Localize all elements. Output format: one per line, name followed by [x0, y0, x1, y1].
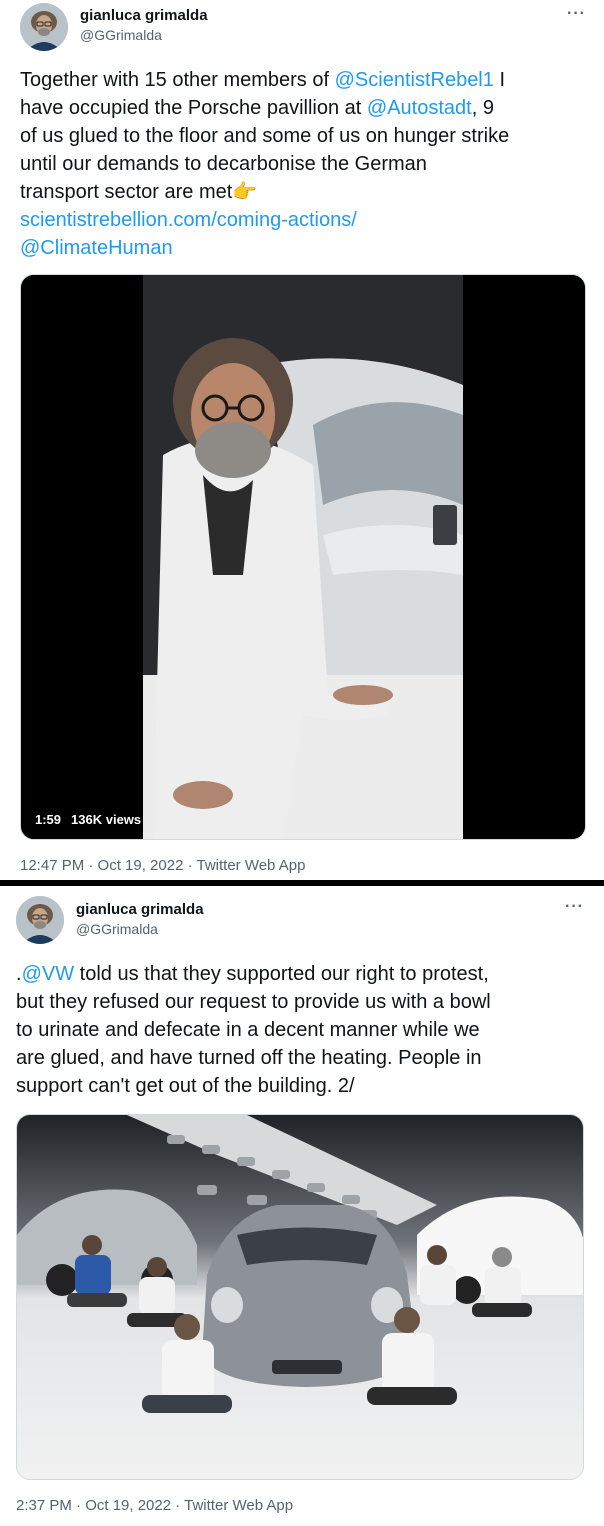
text-line: have occupied the Porsche pavillion at @…: [20, 94, 509, 122]
text-segment: Together with 15 other members of: [20, 69, 335, 91]
text-line: transport sector are met👉: [20, 181, 258, 203]
text-segment: I: [493, 69, 506, 91]
text-segment: have occupied the Porsche pavillion at: [20, 97, 367, 119]
tweet-photo[interactable]: [16, 1114, 584, 1480]
tweet-text: Together with 15 other members of @Scien…: [20, 66, 509, 262]
mention-link[interactable]: @ClimateHuman: [20, 234, 509, 262]
text-line: until our demands to decarbonise the Ger…: [20, 153, 427, 175]
video-frame: [21, 275, 585, 839]
tweet-timestamp[interactable]: 2:37 PM · Oct 19, 2022 · Twitter Web App: [16, 1497, 293, 1514]
photo-image: [17, 1115, 583, 1479]
text-line: but they refused our request to provide …: [16, 991, 491, 1013]
mention-link[interactable]: @VW: [22, 963, 75, 985]
text-segment: told us that they supported our right to…: [74, 963, 489, 985]
tweet-timestamp[interactable]: 12:47 PM · Oct 19, 2022 · Twitter Web Ap…: [20, 857, 305, 874]
avatar[interactable]: [16, 896, 64, 944]
text-line: of us glued to the floor and some of us …: [20, 125, 510, 147]
tweet-1[interactable]: gianluca grimalda @GGrimalda ··· Togethe…: [0, 0, 604, 880]
mention-link[interactable]: @Autostadt: [367, 97, 472, 119]
video-views: 136K views: [71, 812, 142, 827]
text-line: are glued, and have turned off the heati…: [16, 1047, 482, 1069]
text-line: to urinate and defecate in a decent mann…: [16, 1019, 480, 1041]
avatar[interactable]: [20, 3, 68, 51]
text-line: .@VW told us that they supported our rig…: [16, 960, 491, 988]
text-segment: , 9: [471, 97, 494, 119]
author-handle[interactable]: @GGrimalda: [76, 921, 158, 937]
tweet-2[interactable]: gianluca grimalda @GGrimalda ··· .@VW to…: [0, 886, 604, 1526]
text-line: Together with 15 other members of @Scien…: [20, 66, 509, 94]
author-name[interactable]: gianluca grimalda: [80, 7, 208, 24]
more-options-icon[interactable]: ···: [565, 898, 584, 916]
tweet-text: .@VW told us that they supported our rig…: [16, 960, 491, 1100]
video-info: 1:59 136K views: [35, 812, 141, 827]
video-player[interactable]: 1:59 136K views: [20, 274, 586, 840]
author-name[interactable]: gianluca grimalda: [76, 901, 204, 918]
video-duration: 1:59: [35, 812, 62, 827]
mention-link[interactable]: @ScientistRebel1: [335, 69, 494, 91]
text-line: support can't get out of the building. 2…: [16, 1075, 355, 1097]
url-link[interactable]: scientistrebellion.com/coming-actions/: [20, 206, 509, 234]
more-options-icon[interactable]: ···: [567, 5, 586, 23]
author-handle[interactable]: @GGrimalda: [80, 27, 162, 43]
